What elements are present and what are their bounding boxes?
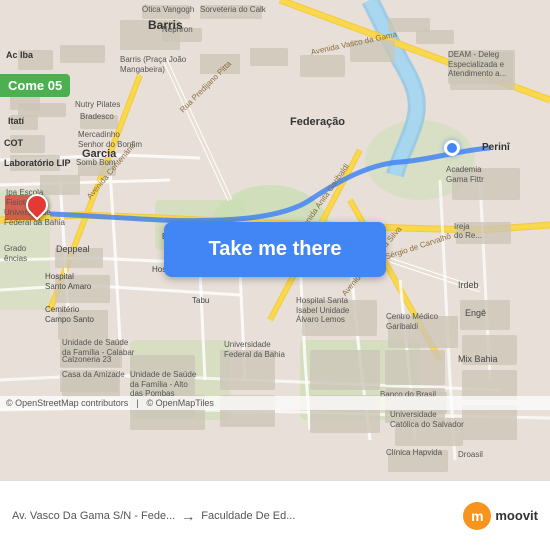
user-location-marker bbox=[444, 140, 460, 156]
label-av-centenario: Avenida Centenário bbox=[85, 141, 137, 201]
label-grad-ciencias: Gradoências bbox=[4, 244, 27, 263]
label-av-vasco-gama: Avenida Vasco da Gama bbox=[310, 30, 398, 57]
label-deam: DEAM - DelegEspecializada eAtendimento a… bbox=[448, 50, 506, 79]
label-nutry-pilates: Nutry Pilates bbox=[75, 100, 120, 109]
line-badge: Come 05 bbox=[0, 74, 70, 97]
label-nephron: Nephron bbox=[162, 25, 193, 34]
route-to: Faculdade De Ed... bbox=[201, 510, 295, 522]
label-lab-lip: Laboratório LIP bbox=[4, 158, 71, 168]
label-somb-bom: Somb Bom bbox=[76, 158, 116, 167]
take-me-there-button[interactable]: Take me there bbox=[164, 222, 386, 277]
destination-marker bbox=[26, 194, 50, 222]
label-irdeb: Irdeb bbox=[458, 280, 479, 290]
route-arrow: → bbox=[181, 508, 195, 524]
label-univ-catolica: UniversidadeCatólica do Salvador bbox=[390, 410, 464, 429]
label-clinica-hapvida: Clínica Hapvida bbox=[386, 448, 442, 457]
label-itati: Itatí bbox=[8, 116, 24, 126]
label-hospital-santa-isabel: Hospital SantaIsabel UnidadeÁlvaro Lemos bbox=[296, 296, 349, 325]
label-cot: COT bbox=[4, 138, 23, 148]
copyright-openmaptiles: © OpenMapTiles bbox=[147, 398, 214, 408]
label-garcia: Garcia bbox=[82, 148, 116, 160]
label-barris: Barris bbox=[148, 18, 183, 32]
label-academia-gama: AcademiaGama Fittr bbox=[446, 165, 484, 184]
label-hospital-santo-amaro: HospitalSanto Amaro bbox=[45, 272, 91, 291]
label-otica-vangogh: Ótica Vangogh bbox=[142, 5, 194, 14]
label-deppeal: Deppeal bbox=[56, 244, 90, 254]
label-cemiterio: CemitérioCampo Santo bbox=[45, 305, 94, 324]
label-barris-praca: Barris (Praça JoãoMangabeira) bbox=[120, 55, 186, 74]
label-droasil: Droasil bbox=[458, 450, 483, 459]
label-calzoneria: Calzoneria 23 bbox=[62, 355, 111, 364]
label-federacao: Federação bbox=[290, 116, 345, 128]
label-enge: Engê bbox=[465, 308, 486, 318]
label-mercadinho: MercadinhoSenhor do Bonfim bbox=[78, 130, 142, 149]
label-rua-predijano: Rua Predijano Pitta bbox=[178, 59, 233, 114]
label-unidade-saude-pombas: Unidade de Saúdeda Família - Altodas Pom… bbox=[130, 370, 196, 399]
label-tabu: Tabu bbox=[192, 296, 209, 305]
label-centro-medico-garibaldi: Centro MédicoGaribaldi bbox=[386, 312, 438, 331]
label-perini: Perinî bbox=[482, 142, 510, 153]
copyright-separator: | bbox=[136, 398, 138, 408]
map-container: Barris Garcia Federação Perinî Ac Iba D'… bbox=[0, 0, 550, 480]
label-ufba: UniversidadeFederal da Bahia bbox=[224, 340, 285, 359]
label-mix-bahia: Mix Bahia bbox=[458, 354, 498, 364]
label-bradesco: Bradesco bbox=[80, 112, 114, 121]
moovit-icon: m bbox=[463, 502, 491, 530]
copyright-bar: © OpenStreetMap contributors | © OpenMap… bbox=[0, 396, 550, 410]
route-info: Av. Vasco Da Gama S/N - Fede... → Faculd… bbox=[12, 508, 463, 524]
label-ireja: Irejado Re... bbox=[454, 222, 482, 240]
route-from: Av. Vasco Da Gama S/N - Fede... bbox=[12, 510, 175, 522]
label-casa-amizade: Casa da Amizade bbox=[62, 370, 125, 379]
copyright-osm: © OpenStreetMap contributors bbox=[6, 398, 128, 408]
label-sorveteria-calk: Sorveteria do Calk bbox=[200, 5, 266, 14]
label-unidade-saude-calabar: Unidade de Saúdeda Família - Calabar bbox=[62, 338, 134, 357]
label-ac-iba: Ac Iba bbox=[6, 50, 33, 60]
moovit-text: moovit bbox=[495, 508, 538, 523]
bottom-bar: Av. Vasco Da Gama S/N - Fede... → Faculd… bbox=[0, 480, 550, 550]
moovit-logo: m moovit bbox=[463, 502, 538, 530]
